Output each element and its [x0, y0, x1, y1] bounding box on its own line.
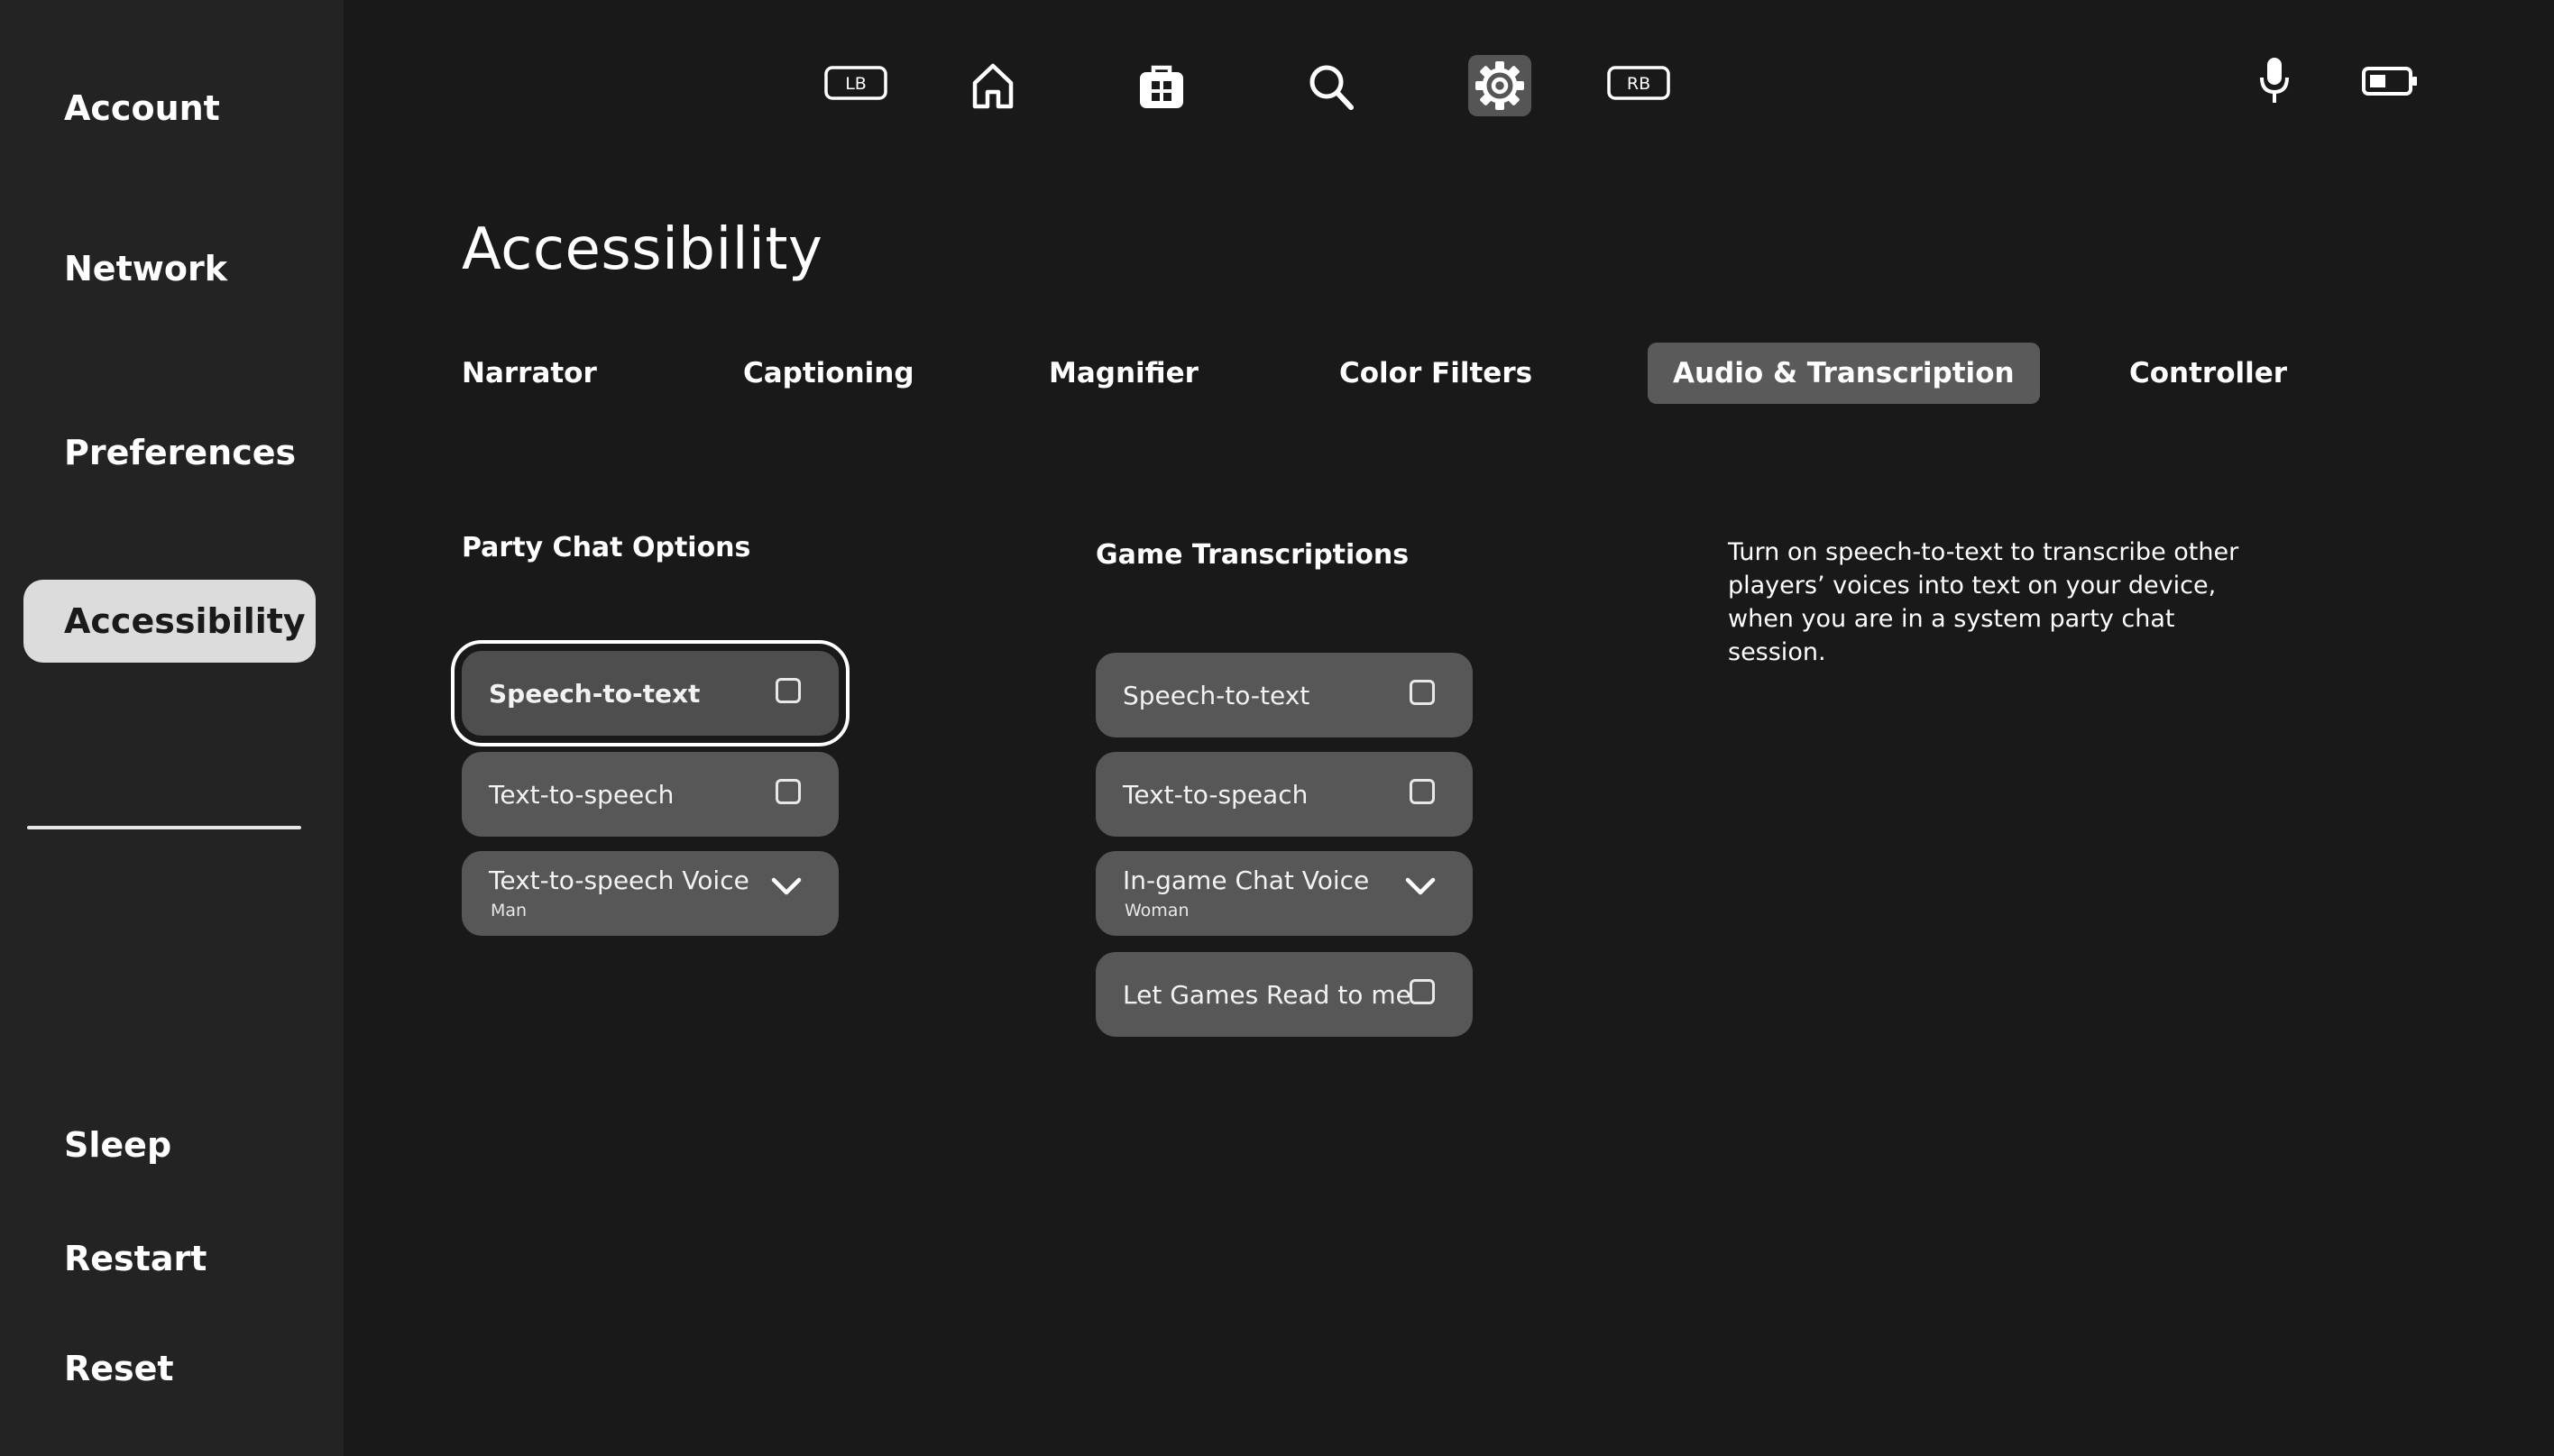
option-label: Let Games Read to me [1123, 979, 1411, 1010]
option-label: Text-to-speach [1123, 779, 1309, 810]
sidebar-item-accessibility[interactable]: Accessibility [23, 580, 316, 663]
checkbox[interactable] [1410, 680, 1435, 705]
option-label: Speech-to-text [489, 678, 701, 709]
rb-label: RB [1627, 74, 1650, 94]
game-speech-to-text-toggle[interactable]: Speech-to-text [1096, 653, 1473, 737]
settings-gear-icon[interactable] [1468, 55, 1531, 116]
chevron-down-icon [1405, 877, 1436, 895]
store-icon[interactable] [1138, 63, 1185, 110]
chevron-down-icon [771, 877, 802, 895]
home-icon[interactable] [970, 61, 1015, 110]
option-label: Speech-to-text [1123, 680, 1310, 710]
option-description: Turn on speech-to-text to transcribe oth… [1728, 538, 2239, 666]
party-text-to-speech-toggle[interactable]: Text-to-speech [462, 752, 839, 837]
tab-magnifier[interactable]: Magnifier [1049, 343, 1199, 404]
checkbox[interactable] [1410, 979, 1435, 1004]
let-games-read-toggle[interactable]: Let Games Read to me [1096, 952, 1473, 1037]
game-text-to-speech-toggle[interactable]: Text-to-speach [1096, 752, 1473, 837]
checkbox[interactable] [1410, 779, 1435, 804]
dropdown-value: Woman [1125, 901, 1190, 920]
tab-narrator[interactable]: Narrator [462, 343, 597, 404]
sidebar-item-reset[interactable]: Reset [23, 1327, 316, 1410]
rb-button-icon[interactable]: RB [1607, 65, 1670, 101]
party-voice-dropdown[interactable]: Text-to-speech Voice Man [462, 851, 839, 936]
sidebar-item-restart[interactable]: Restart [23, 1217, 316, 1300]
sidebar: Account Network Preferences Accessibilit… [0, 0, 344, 1456]
sidebar-item-network[interactable]: Network [23, 227, 316, 310]
microphone-icon[interactable] [2258, 56, 2291, 106]
lb-label: LB [845, 74, 867, 94]
game-chat-voice-dropdown[interactable]: In-game Chat Voice Woman [1096, 851, 1473, 936]
tab-controller[interactable]: Controller [2129, 343, 2287, 404]
tab-color-filters[interactable]: Color Filters [1339, 343, 1532, 404]
party-speech-to-text-toggle[interactable]: Speech-to-text [451, 640, 850, 746]
tab-captioning[interactable]: Captioning [743, 343, 914, 404]
battery-icon [2361, 65, 2419, 97]
lb-button-icon[interactable]: LB [824, 65, 887, 101]
sidebar-divider [27, 826, 301, 829]
checkbox[interactable] [776, 779, 801, 804]
sidebar-item-preferences[interactable]: Preferences [23, 411, 316, 494]
dropdown-value: Man [491, 901, 528, 920]
tab-audio-transcription[interactable]: Audio & Transcription [1648, 343, 2040, 404]
option-label: Text-to-speech [489, 779, 675, 810]
page-title: Accessibility [462, 216, 823, 283]
game-transcriptions-title: Game Transcriptions [1096, 539, 1410, 571]
checkbox[interactable] [776, 678, 801, 703]
search-icon[interactable] [1308, 63, 1355, 112]
party-chat-title: Party Chat Options [462, 532, 751, 563]
sidebar-item-account[interactable]: Account [23, 67, 316, 150]
sidebar-item-sleep[interactable]: Sleep [23, 1103, 316, 1186]
